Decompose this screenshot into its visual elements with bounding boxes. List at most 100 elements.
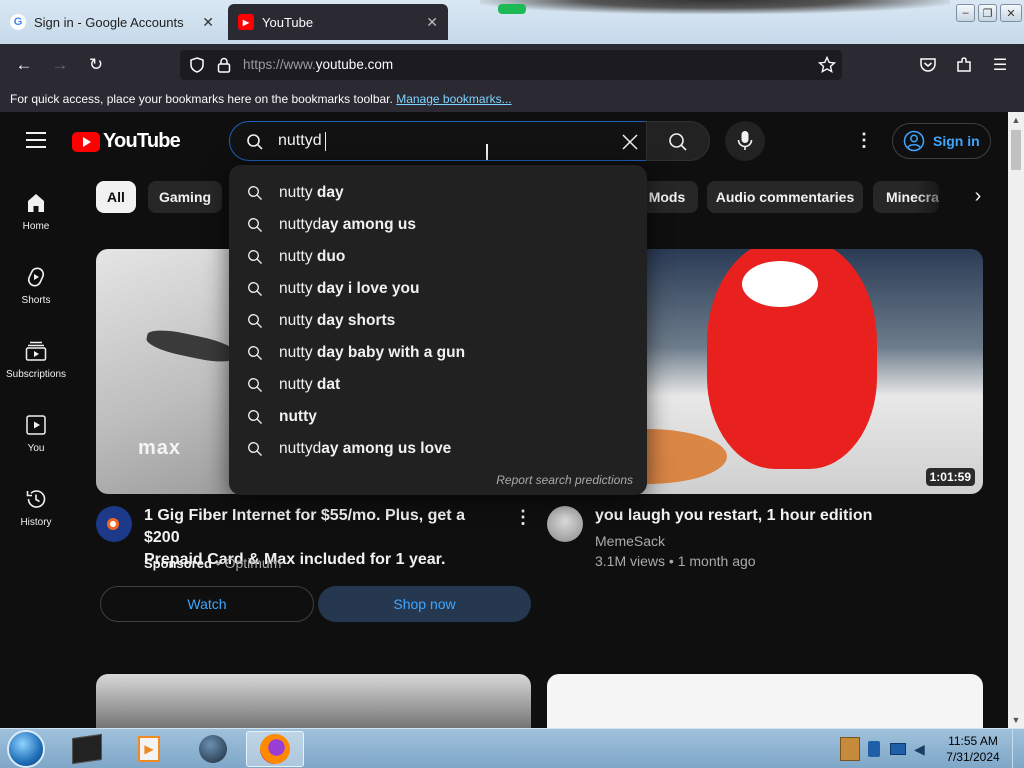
watch-button[interactable]: Watch — [100, 586, 314, 622]
upload-age: 1 month ago — [677, 553, 756, 569]
sign-in-label: Sign in — [933, 133, 980, 149]
chips-fade — [915, 181, 955, 213]
restore-button[interactable]: ❐ — [978, 4, 997, 22]
voice-search-button[interactable] — [725, 121, 765, 161]
firefox-icon — [260, 734, 290, 764]
youtube-play-icon — [72, 131, 100, 152]
browser-nav-bar: ← → ↻ https://www.youtube.com ☰ — [0, 44, 1024, 86]
page-scrollbar[interactable]: ▲ ▼ — [1008, 112, 1024, 728]
scroll-up-icon[interactable]: ▲ — [1008, 112, 1024, 128]
thumbnail-dark-shape — [144, 325, 238, 367]
taskbar-app-globe[interactable] — [184, 731, 242, 767]
microphone-icon — [737, 131, 753, 150]
suggestion-item[interactable]: nutty — [229, 401, 647, 433]
tab-youtube[interactable]: ▶ YouTube ✕ — [228, 4, 448, 40]
suggestion-completion: day shorts — [312, 312, 396, 329]
more-options-icon[interactable]: ⋮ — [854, 130, 874, 154]
tray-volume-icon[interactable]: ◀ — [914, 741, 934, 759]
chip-all[interactable]: All — [96, 181, 136, 213]
tray-network-icon[interactable] — [868, 741, 880, 757]
shop-now-button[interactable]: Shop now — [318, 586, 531, 622]
channel-name[interactable]: MemeSack — [595, 533, 665, 549]
pocket-icon[interactable] — [919, 56, 937, 74]
extensions-icon[interactable] — [955, 56, 973, 74]
url-prefix: https://www. — [243, 57, 316, 72]
video-thumbnail-next-2[interactable] — [547, 674, 983, 728]
taskbar-app-firefox[interactable] — [246, 731, 304, 767]
sign-in-button[interactable]: Sign in — [892, 123, 991, 159]
sidebar-item-label: Subscriptions — [5, 369, 67, 380]
max-brand-label: max — [138, 437, 182, 459]
scrollbar-thumb[interactable] — [1011, 130, 1021, 170]
youtube-favicon-icon: ▶ — [238, 14, 254, 30]
url-bar[interactable]: https://www.youtube.com — [180, 50, 842, 80]
tray-monitor-icon[interactable] — [890, 743, 906, 755]
taskbar-app-terminal[interactable] — [58, 731, 116, 767]
scroll-down-icon[interactable]: ▼ — [1008, 712, 1024, 728]
sidebar-item-shorts[interactable]: Shorts — [0, 265, 72, 306]
minimize-button[interactable]: – — [956, 4, 975, 22]
close-tab-icon[interactable]: ✕ — [202, 14, 214, 31]
suggestion-typed: nuttyd — [279, 216, 322, 233]
system-clock[interactable]: 11:55 AM 7/31/2024 — [940, 733, 1006, 765]
search-icon — [248, 250, 262, 264]
chip-gaming[interactable]: Gaming — [148, 181, 222, 213]
search-input[interactable]: nuttyd — [229, 121, 647, 161]
suggestion-completion: ay among us — [321, 216, 416, 233]
green-indicator-icon — [498, 4, 526, 14]
video-title[interactable]: you laugh you restart, 1 hour edition — [595, 505, 975, 527]
guide-menu-icon[interactable] — [26, 132, 46, 148]
chevron-right-icon[interactable]: › — [964, 185, 992, 209]
sidebar-item-subscriptions[interactable]: Subscriptions — [0, 339, 72, 380]
tab-sign-in-google[interactable]: G Sign in - Google Accounts ✕ — [0, 4, 224, 40]
suggestion-item[interactable]: nuttyd ay among us love — [229, 433, 647, 465]
manage-bookmarks-link[interactable]: Manage bookmarks... — [396, 92, 511, 106]
show-desktop-button[interactable] — [1012, 729, 1024, 768]
report-search-predictions-link[interactable]: Report search predictions — [496, 473, 633, 487]
suggestion-item[interactable]: nutty day — [229, 177, 647, 209]
bookmark-star-icon[interactable] — [818, 56, 836, 74]
search-icon — [248, 186, 262, 200]
clear-search-icon[interactable] — [620, 132, 640, 152]
advertiser-avatar[interactable] — [96, 506, 132, 542]
ad-more-icon[interactable]: ⋮ — [514, 507, 532, 528]
terminal-icon — [72, 733, 102, 765]
search-icon — [248, 442, 262, 456]
suggestion-item[interactable]: nutty duo — [229, 241, 647, 273]
sidebar-item-history[interactable]: History — [0, 487, 72, 528]
globe-icon — [199, 735, 227, 763]
sidebar-item-you[interactable]: You — [0, 413, 72, 454]
clock-date: 7/31/2024 — [946, 750, 1000, 764]
youtube-logo[interactable]: YouTube — [72, 130, 181, 153]
url-text: https://www.youtube.com — [243, 57, 393, 72]
suggestion-item[interactable]: nutty day baby with a gun — [229, 337, 647, 369]
text-caret — [325, 132, 326, 151]
reload-button[interactable]: ↻ — [83, 52, 109, 78]
suggestion-typed: nutty — [279, 408, 317, 425]
sidebar-item-home[interactable]: Home — [0, 191, 72, 232]
menu-icon[interactable]: ☰ — [987, 52, 1013, 78]
close-window-button[interactable]: ✕ — [1000, 4, 1022, 22]
optimum-logo-icon — [107, 518, 119, 530]
channel-avatar[interactable] — [547, 506, 583, 542]
bookmarks-toolbar: For quick access, place your bookmarks h… — [0, 86, 1024, 112]
sponsored-label: Sponsored — [144, 556, 212, 571]
close-tab-icon[interactable]: ✕ — [426, 14, 438, 31]
chip-audio-commentaries[interactable]: Audio commentaries — [707, 181, 863, 213]
suggestion-item[interactable]: nuttyd ay among us — [229, 209, 647, 241]
shield-icon[interactable] — [189, 57, 205, 73]
youtube-logo-text: YouTube — [103, 130, 181, 152]
start-button[interactable] — [7, 730, 45, 768]
windows-taskbar: ▶ ◀ 11:55 AM 7/31/2024 — [0, 728, 1024, 768]
video-thumbnail-next-1[interactable] — [96, 674, 531, 728]
suggestion-item[interactable]: nutty day shorts — [229, 305, 647, 337]
search-icon — [248, 410, 262, 424]
suggestion-item[interactable]: nutty dat — [229, 369, 647, 401]
tray-app-icon[interactable] — [840, 737, 860, 761]
forward-button[interactable]: → — [47, 52, 73, 78]
taskbar-app-media-player[interactable]: ▶ — [120, 731, 178, 767]
back-button[interactable]: ← — [11, 52, 37, 78]
lock-icon[interactable] — [217, 57, 231, 73]
search-button[interactable] — [646, 121, 710, 161]
suggestion-item[interactable]: nutty day i love you — [229, 273, 647, 305]
